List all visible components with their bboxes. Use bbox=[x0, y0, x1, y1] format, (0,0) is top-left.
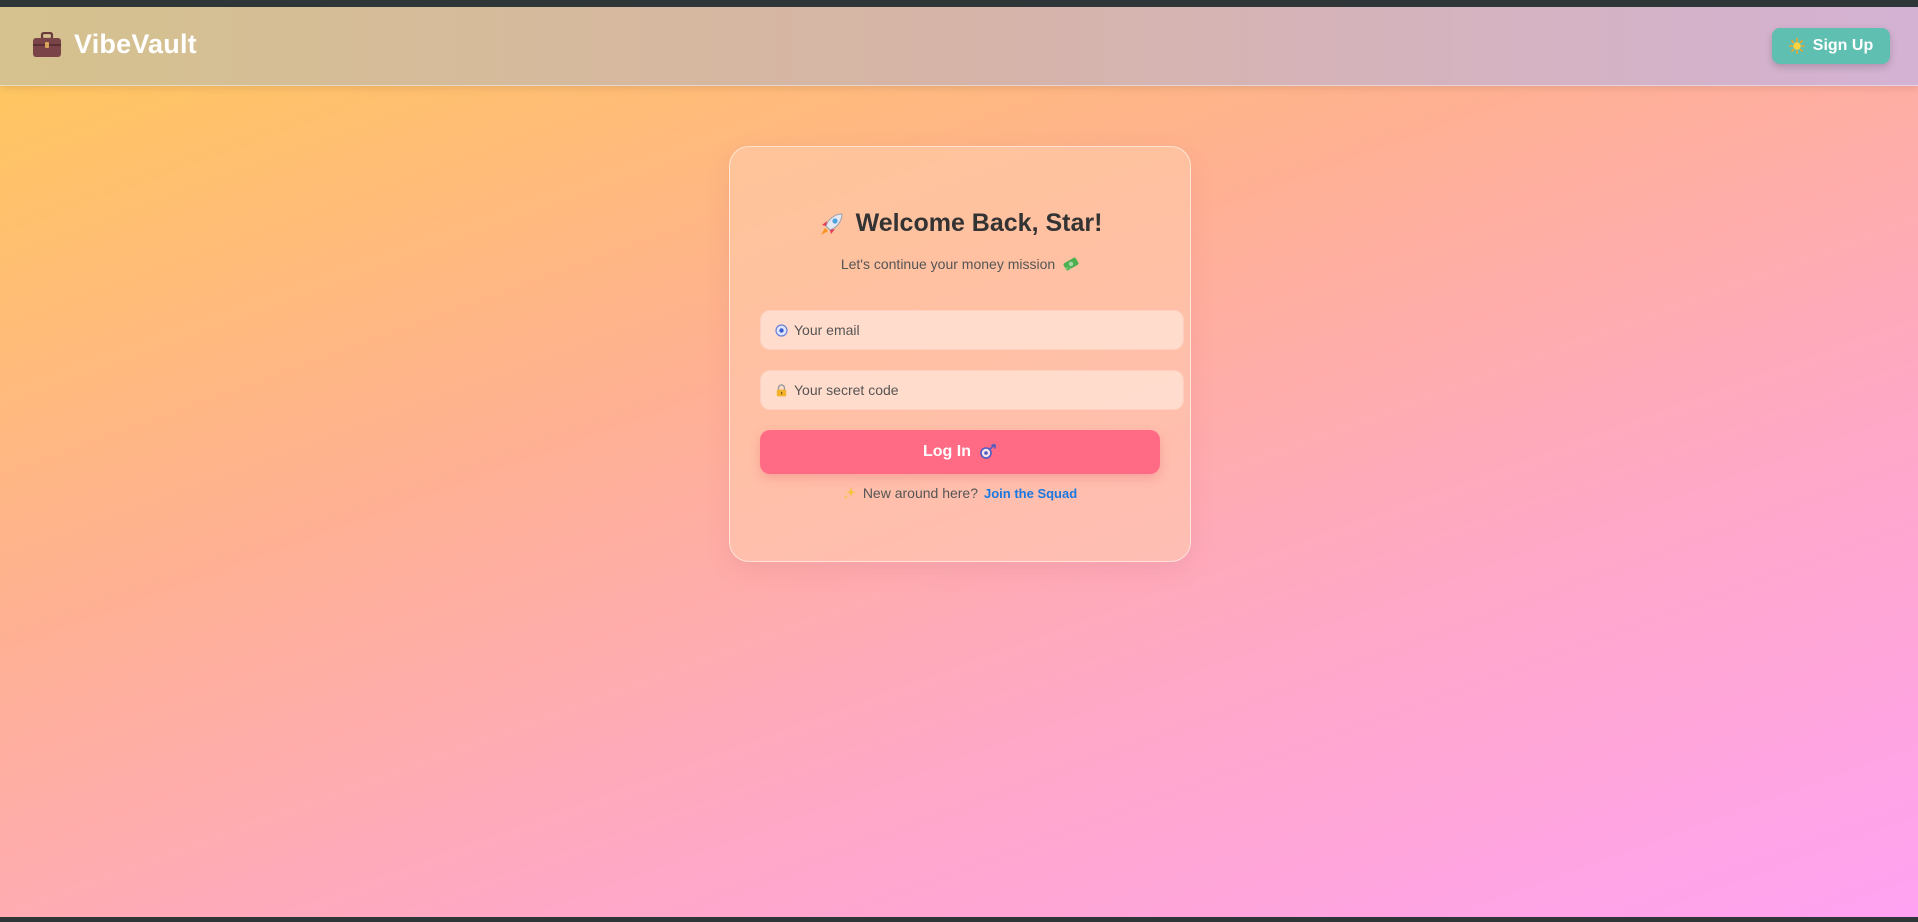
page-background: VibeVault Sign Up Welcome Back, Star! Le… bbox=[0, 7, 1918, 917]
top-navbar: VibeVault Sign Up bbox=[0, 7, 1918, 86]
login-title-text: Welcome Back, Star! bbox=[855, 209, 1103, 237]
signup-label: Sign Up bbox=[1812, 37, 1874, 54]
email-input[interactable] bbox=[794, 322, 1154, 338]
login-title: Welcome Back, Star! bbox=[730, 209, 1190, 238]
email-field[interactable] bbox=[760, 310, 1184, 350]
login-subtitle-text: Let's continue your money mission bbox=[840, 256, 1056, 272]
sun-icon bbox=[1788, 38, 1805, 54]
sparkle-icon bbox=[843, 486, 857, 500]
money-icon bbox=[1063, 256, 1079, 272]
secret-code-input[interactable] bbox=[794, 382, 1154, 398]
join-squad-link[interactable]: Join the Squad bbox=[984, 486, 1077, 501]
rocket-icon bbox=[818, 210, 846, 238]
key-icon bbox=[979, 444, 997, 460]
signup-prompt: New around here? Join the Squad bbox=[730, 485, 1190, 501]
login-card: Welcome Back, Star! Let's continue your … bbox=[729, 146, 1191, 562]
signup-button[interactable]: Sign Up bbox=[1772, 28, 1890, 64]
login-button-label: Log In bbox=[923, 443, 971, 460]
lock-icon bbox=[775, 383, 788, 397]
email-icon bbox=[775, 323, 788, 337]
login-subtitle: Let's continue your money mission bbox=[730, 256, 1190, 272]
window-bottom-edge bbox=[0, 917, 1918, 922]
window-top-edge bbox=[0, 0, 1918, 7]
signup-prompt-text: New around here? bbox=[862, 485, 978, 501]
secret-code-field[interactable] bbox=[760, 370, 1184, 410]
login-button[interactable]: Log In bbox=[760, 430, 1160, 474]
brand-name: VibeVault bbox=[74, 29, 197, 59]
brand-logo[interactable]: VibeVault bbox=[32, 29, 197, 60]
briefcase-icon bbox=[32, 31, 62, 58]
